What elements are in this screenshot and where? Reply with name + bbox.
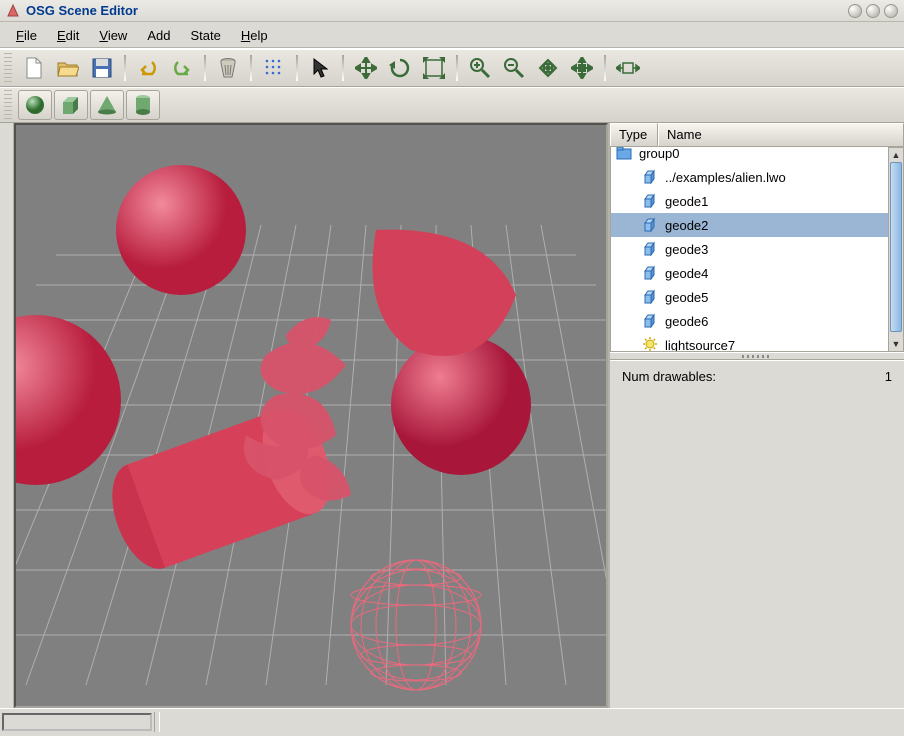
3d-viewport[interactable] [14, 123, 608, 708]
shape-toolbar-handle[interactable] [4, 90, 12, 120]
tree-row[interactable]: geode5 [611, 285, 888, 309]
redo-button[interactable] [166, 53, 198, 83]
scroll-down-icon[interactable]: ▼ [889, 337, 903, 351]
rotate-tool-button[interactable] [384, 53, 416, 83]
tree-row-label: group0 [637, 147, 888, 161]
light-icon [641, 337, 659, 352]
box-node-icon [641, 289, 659, 305]
tree-row[interactable]: geode6 [611, 309, 888, 333]
menu-edit[interactable]: Edit [47, 25, 89, 46]
properties-panel: Num drawables: 1 [610, 360, 904, 708]
move-tool-button[interactable] [350, 53, 382, 83]
pan-tool-button[interactable] [532, 53, 564, 83]
menu-help[interactable]: Help [231, 25, 278, 46]
tree-row[interactable]: geode1 [611, 189, 888, 213]
window-title: OSG Scene Editor [26, 3, 138, 18]
save-file-button[interactable] [86, 53, 118, 83]
tree-scrollbar[interactable]: ▲ ▼ [889, 147, 904, 352]
statusbar [0, 708, 904, 734]
titlebar: OSG Scene Editor [0, 0, 904, 22]
tree-col-type[interactable]: Type [610, 123, 658, 146]
tree-row[interactable]: group0 [611, 147, 888, 165]
zoom-in-button[interactable] [464, 53, 496, 83]
undo-button[interactable] [132, 53, 164, 83]
box-node-icon [641, 169, 659, 185]
box-node-icon [641, 217, 659, 233]
add-cone-button[interactable] [90, 90, 124, 120]
group-icon [615, 147, 633, 160]
add-box-button[interactable] [54, 90, 88, 120]
add-cylinder-button[interactable] [126, 90, 160, 120]
menu-add[interactable]: Add [137, 25, 180, 46]
tree-col-name[interactable]: Name [658, 123, 904, 146]
left-gutter [0, 123, 14, 708]
num-drawables-label: Num drawables: [622, 369, 885, 700]
open-file-button[interactable] [52, 53, 84, 83]
right-panel: Type Name group0 ../examples/alien.lwo geo… [608, 123, 904, 708]
tree-row[interactable]: lightsource7 [611, 333, 888, 352]
tree-row-label: geode1 [663, 194, 888, 209]
status-box [2, 713, 152, 731]
snap-grid-button[interactable] [258, 53, 290, 83]
tree-row[interactable]: geode2 [611, 213, 888, 237]
tree-row-label: ../examples/alien.lwo [663, 170, 888, 185]
tree-row-label: geode5 [663, 290, 888, 305]
maximize-button[interactable] [866, 4, 880, 18]
tree-row-label: geode3 [663, 242, 888, 257]
add-sphere-button[interactable] [18, 90, 52, 120]
scale-tool-button[interactable] [418, 53, 450, 83]
delete-button[interactable] [212, 53, 244, 83]
horizontal-splitter[interactable] [610, 352, 904, 360]
tree-row[interactable]: geode3 [611, 237, 888, 261]
box-node-icon [641, 241, 659, 257]
tree-row-label: geode2 [663, 218, 888, 233]
close-button[interactable] [884, 4, 898, 18]
app-icon [6, 4, 20, 18]
menu-view[interactable]: View [89, 25, 137, 46]
select-arrow-button[interactable] [304, 53, 336, 83]
home-view-button[interactable] [612, 53, 644, 83]
toolbar-handle[interactable] [4, 53, 12, 83]
scene-tree[interactable]: group0 ../examples/alien.lwo geode1 geode2 g… [610, 147, 889, 352]
minimize-button[interactable] [848, 4, 862, 18]
tree-row[interactable]: ../examples/alien.lwo [611, 165, 888, 189]
orbit-tool-button[interactable] [566, 53, 598, 83]
main-area: Type Name group0 ../examples/alien.lwo geo… [0, 123, 904, 708]
box-node-icon [641, 265, 659, 281]
scroll-up-icon[interactable]: ▲ [889, 148, 903, 162]
new-file-button[interactable] [18, 53, 50, 83]
main-toolbar [0, 49, 904, 87]
menubar: File Edit View Add State Help [0, 22, 904, 49]
shape-toolbar [0, 87, 904, 123]
menu-state[interactable]: State [180, 25, 230, 46]
tree-row-label: lightsource7 [663, 338, 888, 353]
tree-header: Type Name [610, 123, 904, 147]
zoom-out-button[interactable] [498, 53, 530, 83]
scroll-thumb[interactable] [890, 162, 902, 332]
tree-row-label: geode4 [663, 266, 888, 281]
num-drawables-value: 1 [885, 369, 892, 700]
box-node-icon [641, 313, 659, 329]
tree-row-label: geode6 [663, 314, 888, 329]
tree-row[interactable]: geode4 [611, 261, 888, 285]
menu-file[interactable]: File [6, 25, 47, 46]
box-node-icon [641, 193, 659, 209]
